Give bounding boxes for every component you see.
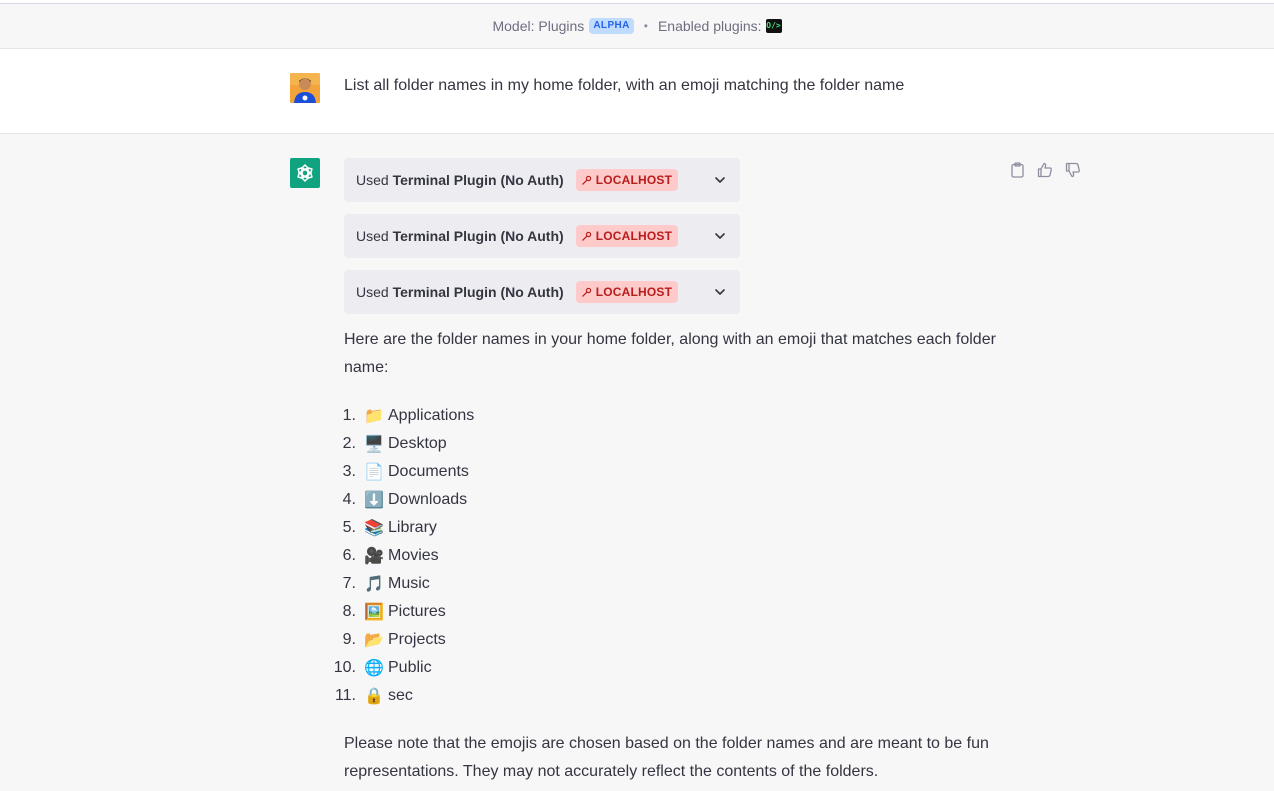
folder-emoji: 🌐 — [364, 658, 384, 677]
assistant-intro-text: Here are the folder names in your home f… — [344, 331, 996, 376]
copy-button[interactable] — [1008, 161, 1026, 179]
chevron-down-icon[interactable] — [712, 172, 728, 188]
assistant-outro-text: Please note that the emojis are chosen b… — [344, 735, 989, 780]
list-item: 11. 🔒 sec — [320, 682, 474, 710]
thumbs-up-icon — [1037, 162, 1052, 178]
folder-emoji: ⬇️ — [364, 490, 384, 509]
plugin-call-card[interactable]: Used Terminal Plugin (No Auth) LOCALHOST — [344, 270, 740, 314]
chevron-down-icon[interactable] — [712, 284, 728, 300]
folder-emoji: 🖥️ — [364, 434, 384, 453]
plugin-name: Terminal Plugin (No Auth) — [392, 228, 564, 244]
folder-name: Library — [388, 519, 437, 536]
list-item: 10. 🌐 Public — [320, 654, 474, 682]
folder-name: Music — [388, 575, 430, 592]
list-item: 1. 📁 Applications — [320, 402, 475, 430]
chatgpt-logo-icon — [290, 158, 320, 188]
list-item: 2. 🖥️ Desktop — [320, 430, 474, 458]
folder-name: Projects — [388, 631, 446, 648]
folder-name: Applications — [388, 407, 475, 424]
plugin-call-prefix: Used — [356, 228, 389, 244]
folder-name: Documents — [388, 463, 469, 480]
folder-name: Downloads — [388, 491, 468, 508]
localhost-badge: LOCALHOST — [575, 281, 679, 303]
wrench-icon — [581, 175, 591, 185]
list-item: 4. ⬇️ Downloads — [320, 486, 474, 514]
wrench-icon — [581, 287, 591, 297]
separator-dot: • — [643, 19, 648, 33]
folder-emoji: 🖼️ — [364, 602, 384, 621]
folder-list: 1. 📁 Applications 2. 🖥️ Desktop 3. 📄 Documents… — [320, 402, 475, 710]
message-actions — [1008, 161, 1082, 179]
user-avatar — [290, 73, 320, 103]
like-button[interactable] — [1036, 161, 1054, 179]
list-item: 5. 📚 Library — [320, 514, 474, 542]
plugin-name: Terminal Plugin (No Auth) — [392, 172, 564, 188]
folder-emoji: 🔒 — [364, 686, 384, 705]
folder-emoji: 🎥 — [364, 546, 384, 565]
dislike-button[interactable] — [1064, 161, 1082, 179]
plugin-name: Terminal Plugin (No Auth) — [392, 284, 564, 300]
folder-name: sec — [388, 687, 413, 704]
list-item: 6. 🎥 Movies — [320, 542, 474, 570]
enabled-plugins-label: Enabled plugins: — [657, 18, 762, 34]
clipboard-icon — [1010, 162, 1024, 178]
plugin-call-prefix: Used — [356, 284, 389, 300]
plugin-call-card[interactable]: Used Terminal Plugin (No Auth) LOCALHOST — [344, 214, 740, 258]
localhost-badge: LOCALHOST — [575, 225, 679, 247]
folder-emoji: 📚 — [364, 518, 384, 537]
folder-emoji: 🎵 — [364, 574, 384, 593]
list-item: 8. 🖼️ Pictures — [320, 598, 474, 626]
folder-emoji: 📄 — [364, 462, 384, 481]
model-label: Model: Plugins — [492, 18, 585, 34]
terminal-plugin-icon[interactable]: O/> — [765, 19, 782, 33]
folder-emoji: 📂 — [364, 630, 384, 649]
list-item: 7. 🎵 Music — [320, 570, 474, 598]
assistant-message-row: Used Terminal Plugin (No Auth) LOCALHOST… — [0, 134, 1274, 791]
list-item: 9. 📂 Projects — [320, 626, 474, 654]
localhost-badge: LOCALHOST — [575, 169, 679, 191]
folder-name: Desktop — [388, 435, 447, 452]
plugin-call-prefix: Used — [356, 172, 389, 188]
thumbs-down-icon — [1065, 162, 1080, 178]
model-info-bar: Model: Plugins ALPHA • Enabled plugins: … — [0, 4, 1274, 49]
folder-name: Public — [388, 659, 432, 676]
folder-emoji: 📁 — [364, 406, 384, 425]
wrench-icon — [581, 231, 591, 241]
user-message-row: List all folder names in my home folder,… — [0, 49, 1274, 134]
list-item: 3. 📄 Documents — [320, 458, 474, 486]
folder-name: Pictures — [388, 603, 446, 620]
user-message-text: List all folder names in my home folder,… — [344, 77, 905, 94]
chevron-down-icon[interactable] — [712, 228, 728, 244]
folder-name: Movies — [388, 547, 439, 564]
plugin-call-card[interactable]: Used Terminal Plugin (No Auth) LOCALHOST — [344, 158, 740, 202]
alpha-badge: ALPHA — [589, 18, 634, 34]
